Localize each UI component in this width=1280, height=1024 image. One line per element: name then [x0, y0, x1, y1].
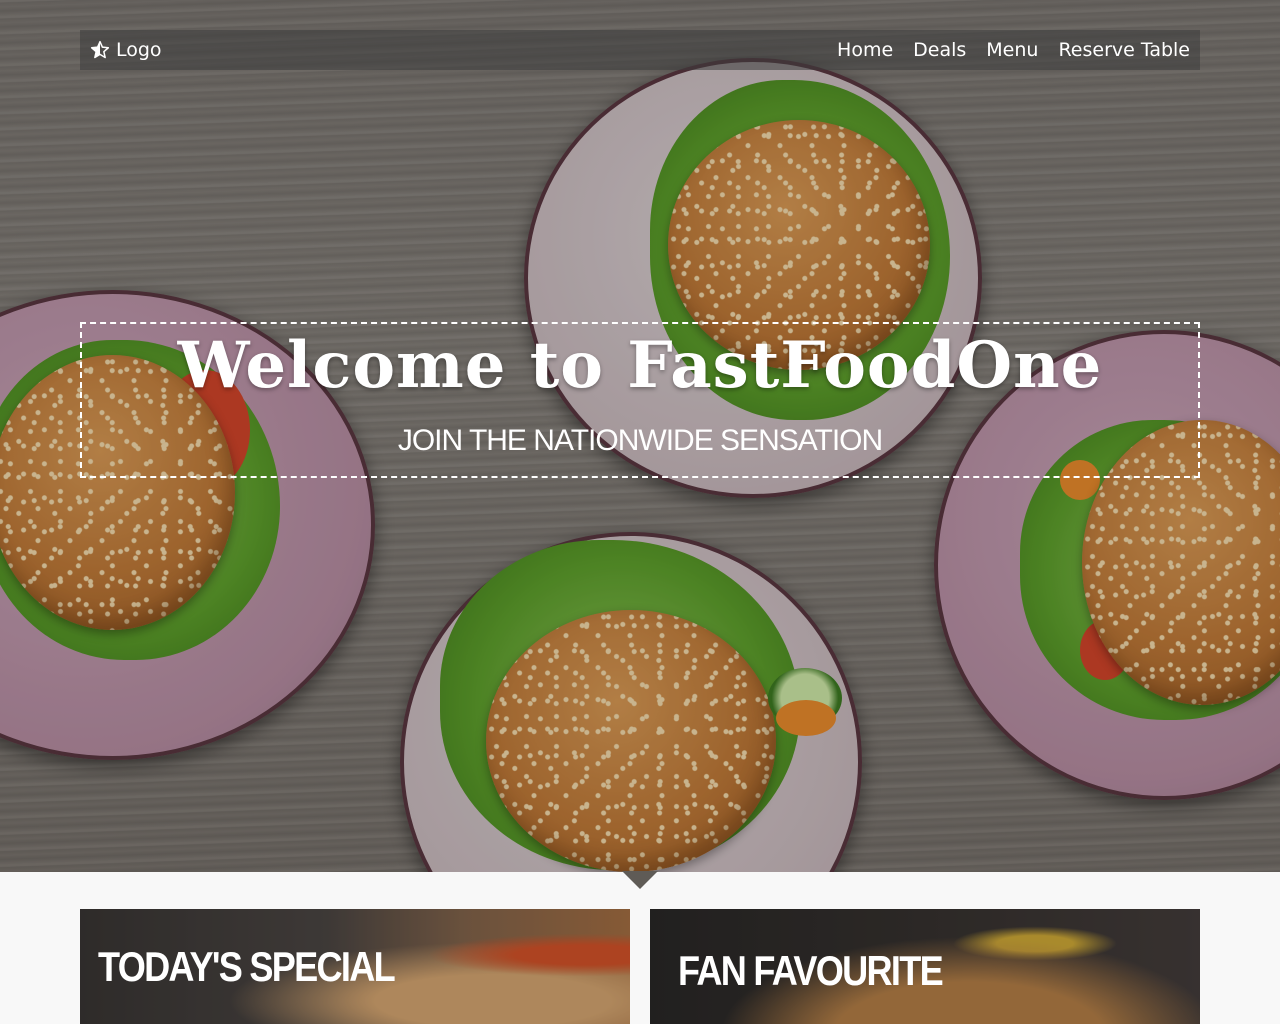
navbar: Logo Home Deals Menu Reserve Table: [80, 30, 1200, 70]
nav-link-menu[interactable]: Menu: [986, 39, 1038, 61]
nav-link-home[interactable]: Home: [837, 39, 893, 61]
card-todays-special[interactable]: TODAY'S SPECIAL: [80, 909, 630, 1024]
hero-text-box: Welcome to FastFoodOne JOIN THE NATIONWI…: [80, 322, 1200, 478]
logo[interactable]: Logo: [90, 39, 162, 61]
section-pointer-arrow: [622, 871, 658, 889]
star-half-icon: [90, 40, 110, 60]
nav-link-reserve-table[interactable]: Reserve Table: [1058, 39, 1190, 61]
nav-links: Home Deals Menu Reserve Table: [837, 39, 1190, 61]
nav-link-deals[interactable]: Deals: [913, 39, 966, 61]
hero-title: Welcome to FastFoodOne: [177, 328, 1103, 403]
card-title: FAN FAVOURITE: [678, 947, 944, 994]
card-fan-favourite[interactable]: FAN FAVOURITE: [650, 909, 1200, 1024]
hero-section: Logo Home Deals Menu Reserve Table Welco…: [0, 0, 1280, 872]
logo-label: Logo: [116, 39, 162, 61]
hero-subtitle: JOIN THE NATIONWIDE SENSATION: [397, 424, 883, 457]
card-title: TODAY'S SPECIAL: [98, 943, 396, 990]
